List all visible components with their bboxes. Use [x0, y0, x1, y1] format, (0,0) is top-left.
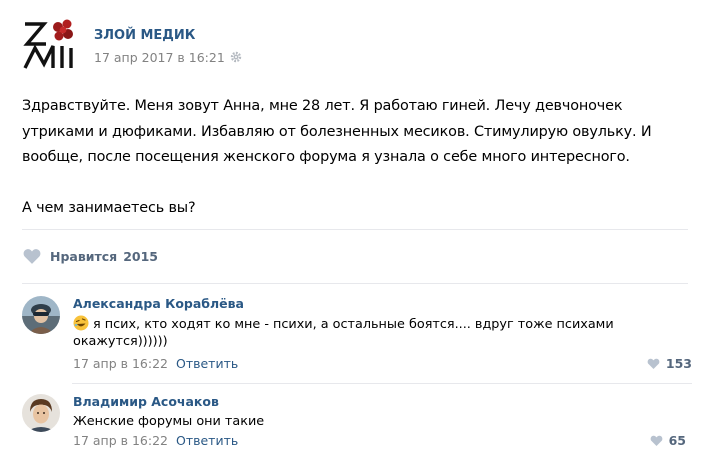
like-label: Нравится	[50, 248, 118, 264]
gear-icon[interactable]	[230, 51, 242, 63]
post-text-line: вообще, после посещения женского форума …	[22, 149, 630, 165]
reply-button[interactable]: Ответить	[176, 356, 238, 371]
heart-icon	[23, 249, 41, 264]
divider	[22, 229, 688, 230]
rolling-on-floor-laughing-emoji	[73, 315, 89, 331]
post-date-text[interactable]: 17 апр 2017 в 16:21	[94, 50, 225, 65]
divider	[72, 383, 692, 384]
reply-button[interactable]: Ответить	[176, 433, 238, 448]
heart-icon	[650, 435, 662, 446]
comment-author[interactable]: Александра Кораблёва	[73, 296, 244, 311]
like-button[interactable]: Нравится 2015	[23, 246, 158, 266]
comment-text: я псих, кто ходят ко мне - психи, а оста…	[73, 315, 683, 350]
post-text-line: утриками и дюфиками. Избавляю от болезне…	[22, 123, 652, 140]
post-text-line: Здравствуйте. Меня зовут Анна, мне 28 ле…	[22, 98, 623, 114]
comment-text-line: окажутся))))))	[73, 334, 168, 349]
comment-like-count: 153	[665, 356, 692, 371]
comment-meta: 17 апр в 16:22 Ответить	[73, 356, 238, 371]
comment-date[interactable]: 17 апр в 16:22	[73, 433, 168, 448]
like-count: 2015	[123, 248, 158, 264]
heart-icon	[647, 358, 660, 369]
comment-meta: 17 апр в 16:22 Ответить	[73, 433, 238, 448]
comment-like-button[interactable]: 65	[650, 433, 686, 448]
avatar[interactable]	[22, 296, 60, 334]
post-text-line: А чем занимаетесь вы?	[22, 200, 196, 216]
post-author[interactable]: ЗЛОЙ МЕДИК	[94, 28, 195, 43]
post-date[interactable]: 17 апр 2017 в 16:21	[94, 50, 242, 65]
divider	[22, 283, 688, 284]
comment-text-line: я псих, кто ходят ко мне - психи, а оста…	[93, 317, 614, 332]
comment: Владимир Асочаков Женские форумы они так…	[22, 391, 692, 451]
zm-logo-icon[interactable]	[22, 18, 76, 72]
comment-like-button[interactable]: 153	[647, 356, 692, 371]
comment-like-count: 65	[668, 433, 686, 448]
comment: Александра Кораблёва я псих, кто ходят к…	[22, 293, 692, 379]
comment-text: Женские форумы они такие	[73, 414, 265, 429]
post-text: Здравствуйте. Меня зовут Анна, мне 28 ле…	[22, 94, 690, 222]
comment-date[interactable]: 17 апр в 16:22	[73, 356, 168, 371]
post-header: ЗЛОЙ МЕДИК 17 апр 2017 в 16:21	[22, 18, 682, 72]
comment-author[interactable]: Владимир Асочаков	[73, 394, 219, 409]
avatar[interactable]	[22, 394, 60, 432]
